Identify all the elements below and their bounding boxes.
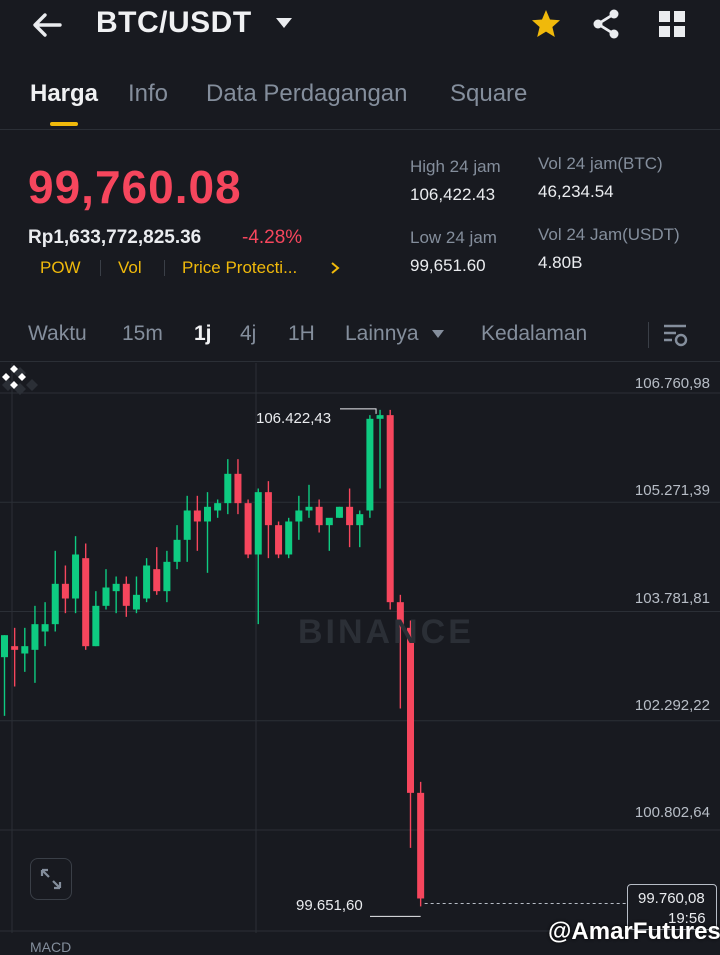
candle-body	[132, 594, 140, 610]
candle-body	[204, 506, 211, 522]
high-marker-label: 106.422,43	[256, 410, 332, 427]
last-price: 99,760.08	[28, 161, 242, 213]
expand-icon	[40, 868, 62, 890]
section-tabs: Harga Info Data Perdagangan Square	[0, 74, 720, 130]
candle-body	[224, 473, 232, 504]
tab-info[interactable]: Info	[128, 80, 168, 108]
candle-body	[61, 583, 69, 599]
vol-usdt-label: Vol 24 Jam(USDT)	[538, 225, 680, 244]
candle-body	[295, 510, 303, 522]
macd-label: MACD	[30, 939, 72, 955]
interval-4j[interactable]: 4j	[240, 322, 256, 346]
candle-body	[82, 558, 90, 647]
back-arrow-icon[interactable]	[30, 8, 64, 42]
low-marker-label: 99.651,60	[296, 897, 363, 914]
y-axis-label: 102.292,22	[634, 697, 710, 714]
high-marker-line	[340, 408, 377, 414]
candle-body	[183, 510, 191, 540]
pair-dropdown-icon[interactable]	[274, 16, 294, 30]
share-icon[interactable]	[590, 8, 622, 40]
candle-body	[11, 646, 19, 650]
credit-handle: @AmarFutures	[548, 918, 720, 945]
candle-body	[244, 503, 252, 555]
favorite-star-icon[interactable]	[530, 8, 562, 40]
candle-body	[41, 624, 49, 632]
candle-body	[31, 624, 39, 650]
candle-body	[376, 415, 384, 419]
candle-body	[386, 415, 394, 603]
credit-logo-icon	[2, 365, 26, 389]
indicator-settings-icon[interactable]	[662, 322, 688, 348]
depth-tab[interactable]: Kedalaman	[481, 322, 587, 346]
candle-body	[122, 583, 130, 606]
fullscreen-button[interactable]	[30, 858, 72, 900]
price-change-percent: -4.28%	[242, 227, 303, 248]
vol-btc-value: 46,234.54	[538, 182, 614, 201]
candle-body	[264, 492, 272, 526]
candle-body	[112, 583, 120, 592]
candle-body	[356, 514, 364, 526]
y-axis-label: 106.760,98	[634, 375, 710, 392]
tag-pow[interactable]: POW	[40, 258, 81, 278]
caret-down-icon[interactable]	[432, 330, 444, 338]
vol-usdt-value: 4.80B	[538, 253, 583, 272]
candle-body	[346, 506, 354, 526]
candle-body	[102, 587, 110, 606]
candle-body	[163, 561, 171, 592]
candlestick-chart[interactable]: BINANCE 106.760,98 105.271,39 103.781,81…	[0, 363, 720, 955]
candle-body	[275, 525, 283, 555]
active-tab-indicator	[50, 122, 78, 126]
candle-body	[335, 506, 343, 518]
candle-body	[153, 569, 161, 592]
top-bar: BTC/USDT	[0, 0, 720, 56]
tag-divider	[100, 260, 101, 276]
candle-body	[285, 521, 293, 555]
tag-price-protection[interactable]: Price Protecti...	[182, 258, 297, 278]
last-price-tag-value: 99.760,08	[638, 890, 705, 907]
candle-body	[143, 565, 151, 599]
high-24h-value: 106,422.43	[410, 185, 496, 204]
candle-body	[72, 554, 80, 599]
candle-body	[193, 510, 201, 522]
interval-1h[interactable]: 1H	[288, 322, 315, 346]
tab-harga[interactable]: Harga	[30, 80, 98, 108]
interval-toolbar: Waktu 15m 1j 4j 1H Lainnya Kedalaman	[0, 308, 720, 362]
watermark-text: BINANCE	[298, 613, 474, 651]
toolbar-divider	[648, 322, 649, 348]
candle-body	[417, 792, 425, 899]
y-axis-label: 100.802,64	[634, 804, 710, 821]
low-24h-value: 99,651.60	[410, 256, 486, 275]
candle-body	[315, 506, 323, 526]
chart-canvas[interactable]	[0, 363, 720, 955]
chevron-right-icon[interactable]	[330, 261, 340, 275]
candle-body	[173, 539, 181, 562]
fiat-price: Rp1,633,772,825.36	[28, 227, 202, 248]
candle-body	[51, 583, 59, 625]
y-axis-label: 103.781,81	[634, 590, 710, 607]
interval-waktu[interactable]: Waktu	[28, 322, 87, 346]
tab-square[interactable]: Square	[450, 80, 527, 108]
candle-body	[92, 605, 100, 647]
interval-more[interactable]: Lainnya	[345, 322, 419, 346]
candle-body	[1, 635, 8, 658]
tag-vol[interactable]: Vol	[118, 258, 142, 278]
candle-body	[234, 473, 242, 504]
candle-body	[325, 517, 333, 526]
low-24h-label: Low 24 jam	[410, 228, 497, 247]
trading-pair-title[interactable]: BTC/USDT	[96, 6, 252, 40]
candle-body	[21, 646, 29, 654]
tag-divider	[164, 260, 165, 276]
y-axis-label: 105.271,39	[634, 482, 710, 499]
interval-1j[interactable]: 1j	[194, 322, 212, 346]
candle-body	[214, 503, 222, 511]
candle-body	[254, 492, 262, 555]
interval-15m[interactable]: 15m	[122, 322, 163, 346]
layout-grid-icon[interactable]	[658, 10, 686, 38]
candle-body	[305, 506, 313, 511]
vol-btc-label: Vol 24 jam(BTC)	[538, 154, 663, 173]
candle-body	[366, 418, 374, 511]
candle-body	[407, 627, 414, 793]
tab-data-perdagangan[interactable]: Data Perdagangan	[206, 80, 408, 108]
high-24h-label: High 24 jam	[410, 157, 501, 176]
